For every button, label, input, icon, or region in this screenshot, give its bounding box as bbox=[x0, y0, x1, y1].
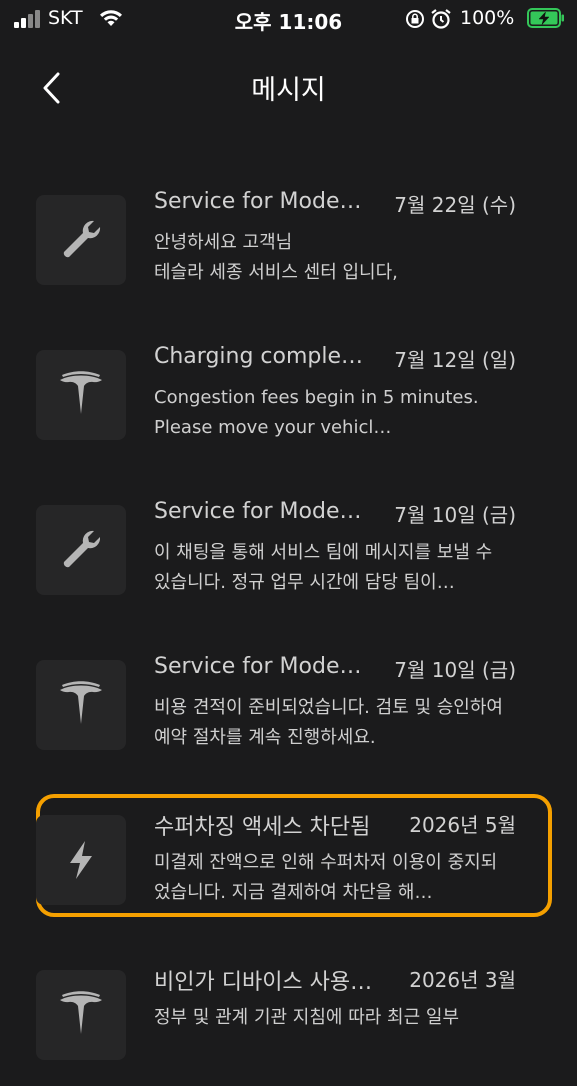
message-item-highlighted[interactable]: 수퍼차징 액세스 차단됨 2026년 5월 미결제 잔액으로 인해 수퍼차저 이… bbox=[30, 806, 550, 931]
wrench-icon bbox=[63, 530, 101, 568]
tesla-logo-icon bbox=[60, 681, 102, 724]
message-date: 2026년 5월 bbox=[409, 813, 516, 837]
message-title: Service for Mode… bbox=[154, 499, 362, 524]
message-date: 7월 10일 (금) bbox=[394, 503, 516, 527]
message-item[interactable]: Charging comple… 7월 12일 (일) Congestion f… bbox=[30, 341, 550, 466]
message-icon-box bbox=[36, 505, 126, 595]
message-title: 비인가 디바이스 사용… bbox=[154, 970, 373, 995]
message-icon-box bbox=[36, 350, 126, 440]
message-icon-box bbox=[36, 970, 126, 1060]
message-item[interactable]: Service for Mode… 7월 10일 (금) 이 채팅을 통해 서비… bbox=[30, 496, 550, 621]
message-title: Charging comple… bbox=[154, 344, 364, 369]
message-title: 수퍼차징 액세스 차단됨 bbox=[154, 815, 371, 840]
message-preview: 비용 견적이 준비되었습니다. 검토 및 승인하여 예약 절차를 계속 진행하세… bbox=[154, 697, 503, 748]
battery-charging-icon bbox=[527, 8, 564, 28]
tesla-logo-icon bbox=[60, 991, 102, 1034]
message-date: 7월 12일 (일) bbox=[394, 348, 516, 372]
status-bar: SKT 오후 11:06 100% bbox=[0, 0, 577, 40]
message-item[interactable]: Service for Mode… 7월 22일 (수) 안녕하세요 고객님 테… bbox=[30, 186, 550, 311]
message-title: Service for Mode… bbox=[154, 189, 362, 214]
message-title: Service for Mode… bbox=[154, 654, 362, 679]
orientation-lock-icon bbox=[406, 10, 424, 28]
message-preview: 정부 및 관계 기관 지침에 따라 최근 일부 bbox=[154, 1007, 460, 1028]
lightning-bolt-icon bbox=[70, 841, 92, 879]
page-title: 메시지 bbox=[251, 75, 326, 106]
message-date: 7월 10일 (금) bbox=[394, 658, 516, 682]
navigation-header: 메시지 bbox=[0, 50, 577, 120]
message-preview: 이 채팅을 통해 서비스 팀에 메시지를 보낼 수 있습니다. 정규 업무 시간… bbox=[154, 542, 493, 593]
alarm-icon bbox=[431, 9, 451, 29]
message-preview: 미결제 잔액으로 인해 수퍼차저 이용이 중지되었습니다. 지금 결제하여 차단… bbox=[154, 852, 498, 903]
message-icon-box bbox=[36, 660, 126, 750]
message-preview: 안녕하세요 고객님 테슬라 세종 서비스 센터 입니다, bbox=[154, 232, 398, 283]
message-date: 7월 22일 (수) bbox=[394, 193, 516, 217]
message-icon-box bbox=[36, 195, 126, 285]
message-item[interactable]: Service for Mode… 7월 10일 (금) 비용 견적이 준비되었… bbox=[30, 651, 550, 776]
wrench-icon bbox=[63, 220, 101, 258]
message-preview: Congestion fees begin in 5 minutes. Plea… bbox=[154, 387, 479, 438]
tesla-logo-icon bbox=[60, 371, 102, 414]
message-date: 2026년 3월 bbox=[409, 968, 516, 992]
battery-percent: 100% bbox=[460, 7, 515, 29]
message-icon-box bbox=[36, 815, 126, 905]
